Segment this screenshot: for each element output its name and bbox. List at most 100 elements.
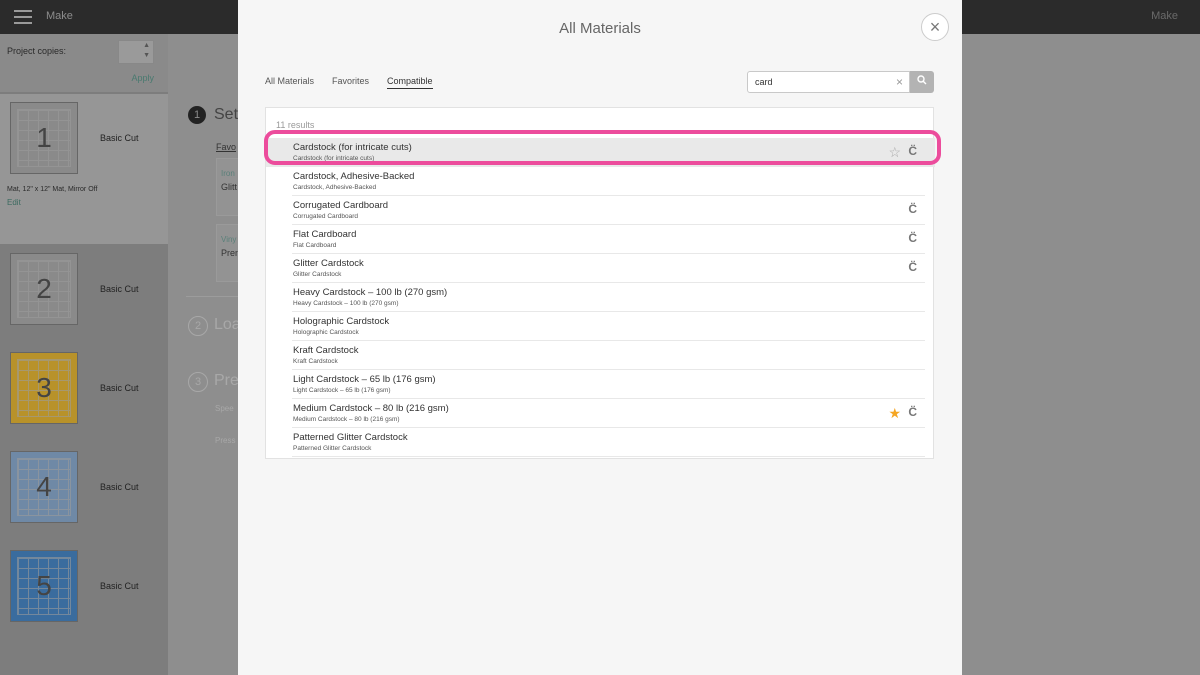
mat-info: Mat, 12" x 12" Mat, Mirror Off bbox=[7, 186, 98, 193]
mat-thumbnail: 1 bbox=[10, 102, 78, 174]
mat-label: Basic Cut bbox=[100, 482, 139, 492]
step-2-title: Loa bbox=[214, 316, 241, 333]
step-1-title: Set bbox=[214, 106, 239, 123]
mat-number: 1 bbox=[36, 122, 52, 153]
material-row[interactable]: Corrugated Cardboard Corrugated Cardboard… bbox=[292, 196, 925, 225]
cut-compatible-icon: C̈ bbox=[908, 144, 917, 158]
mat-number: 5 bbox=[36, 570, 52, 601]
material-name: Flat Cardboard bbox=[293, 229, 357, 240]
material-row[interactable]: Holographic Cardstock Holographic Cardsto… bbox=[292, 312, 925, 341]
make-it-button[interactable]: Make bbox=[1151, 10, 1178, 22]
material-subname: Holographic Cardstock bbox=[293, 329, 359, 336]
material-row[interactable]: Medium Cardstock – 80 lb (216 gsm) Medium… bbox=[292, 399, 925, 428]
mat-item-1[interactable]: 1 Basic Cut Mat, 12" x 12" Mat, Mirror Off… bbox=[0, 94, 168, 244]
material-name: Holographic Cardstock bbox=[293, 316, 390, 327]
step-1-circle: 1 bbox=[188, 106, 206, 124]
material-name: Cardstock (for intricate cuts) bbox=[293, 142, 412, 153]
material-subname: Flat Cardboard bbox=[293, 242, 337, 249]
clear-icon[interactable]: × bbox=[896, 75, 903, 89]
cut-compatible-icon: C̈ bbox=[908, 260, 917, 274]
speed-label: Spee bbox=[215, 404, 234, 413]
press-label: Press bbox=[215, 436, 236, 445]
all-materials-modal: All Materials × All Materials Favorites Co… bbox=[238, 0, 962, 675]
divider bbox=[186, 296, 238, 297]
material-row[interactable]: Light Cardstock – 65 lb (176 gsm) Light C… bbox=[292, 370, 925, 399]
mat-number: 3 bbox=[36, 372, 52, 403]
apply-button[interactable]: Apply bbox=[131, 73, 154, 83]
mat-thumbnail: 3 bbox=[10, 352, 78, 424]
material-subname: Patterned Glitter Cardstock bbox=[293, 445, 372, 452]
material-name: Corrugated Cardboard bbox=[293, 200, 389, 211]
material-name: Glitter Cardstock bbox=[293, 258, 364, 269]
step-3-title: Pre bbox=[214, 372, 239, 389]
step-2-circle: 2 bbox=[188, 316, 208, 336]
mat-label: Basic Cut bbox=[100, 383, 139, 393]
material-subname: Glitter Cardstock bbox=[293, 271, 342, 278]
material-row[interactable]: Glitter Cardstock Glitter Cardstock C̈ bbox=[292, 254, 925, 283]
project-copies-label: Project copies: bbox=[7, 46, 67, 56]
search-icon bbox=[917, 75, 927, 85]
modal-title: All Materials bbox=[559, 20, 641, 37]
material-card-bg: Iron Glitt bbox=[216, 158, 240, 216]
material-name: Kraft Cardstock bbox=[293, 345, 359, 356]
mat-thumbnail: 5 bbox=[10, 550, 78, 622]
mat-item-4[interactable]: 4 Basic Cut bbox=[0, 443, 168, 541]
stepper-down-icon[interactable]: ▼ bbox=[143, 52, 150, 59]
material-name: Heavy Cardstock – 100 lb (270 gsm) bbox=[293, 287, 448, 298]
top-bar-title: Make bbox=[46, 10, 73, 22]
material-subname: Light Cardstock – 65 lb (176 gsm) bbox=[293, 387, 391, 394]
mat-thumbnail: 4 bbox=[10, 451, 78, 523]
mat-label: Basic Cut bbox=[100, 133, 139, 143]
mat-number: 4 bbox=[36, 471, 52, 502]
project-copies-panel: Project copies: ▲ ▼ Apply bbox=[0, 34, 168, 92]
tab-favorites[interactable]: Favorites bbox=[332, 76, 369, 88]
search-box: × bbox=[747, 71, 910, 93]
results-panel: 11 results Cardstock (for intricate cuts… bbox=[265, 107, 935, 459]
cut-compatible-icon: C̈ bbox=[908, 405, 917, 419]
project-copies-stepper[interactable]: ▲ ▼ bbox=[118, 40, 154, 64]
material-subname: Cardstock (for intricate cuts) bbox=[293, 155, 375, 162]
results-count: 11 results bbox=[276, 120, 315, 130]
material-subname: Kraft Cardstock bbox=[293, 358, 338, 365]
material-row[interactable]: Kraft Cardstock Kraft Cardstock bbox=[292, 341, 925, 370]
favorite-star-filled-icon[interactable]: ★ bbox=[888, 405, 901, 422]
material-subname: Heavy Cardstock – 100 lb (270 gsm) bbox=[293, 300, 399, 307]
search-button[interactable] bbox=[910, 71, 934, 93]
tab-compatible[interactable]: Compatible bbox=[387, 76, 433, 89]
material-subname: Medium Cardstock – 80 lb (216 gsm) bbox=[293, 416, 400, 423]
step-3-circle: 3 bbox=[188, 372, 208, 392]
material-name: Patterned Glitter Cardstock bbox=[293, 432, 408, 443]
tab-all-materials[interactable]: All Materials bbox=[265, 76, 314, 88]
material-card-bg: Viny Pren bbox=[216, 224, 240, 282]
material-row[interactable]: Cardstock (for intricate cuts) Cardstock … bbox=[266, 138, 935, 167]
close-icon: × bbox=[929, 17, 941, 37]
material-row[interactable]: Patterned Glitter Cardstock Patterned Gli… bbox=[292, 428, 925, 457]
material-row[interactable]: Cardstock, Adhesive-Backed Cardstock, Adh… bbox=[292, 167, 925, 196]
material-name: Light Cardstock – 65 lb (176 gsm) bbox=[293, 374, 436, 385]
close-button[interactable]: × bbox=[921, 13, 949, 41]
material-row[interactable]: Flat Cardboard Flat Cardboard C̈ bbox=[292, 225, 925, 254]
mat-sidebar: Project copies: ▲ ▼ Apply 1 Basic Cut Mat,… bbox=[0, 34, 168, 675]
mat-label: Basic Cut bbox=[100, 284, 139, 294]
hamburger-menu-icon[interactable] bbox=[14, 10, 32, 24]
material-name: Medium Cardstock – 80 lb (216 gsm) bbox=[293, 403, 449, 414]
results-list: Cardstock (for intricate cuts) Cardstock … bbox=[266, 138, 935, 457]
favorite-star-icon[interactable]: ☆ bbox=[888, 144, 901, 161]
mat-item-3[interactable]: 3 Basic Cut bbox=[0, 344, 168, 442]
mat-edit-link[interactable]: Edit bbox=[7, 198, 21, 207]
material-tabs: All Materials Favorites Compatible bbox=[265, 76, 451, 89]
material-name: Cardstock, Adhesive-Backed bbox=[293, 171, 415, 182]
mat-item-5[interactable]: 5 Basic Cut bbox=[0, 542, 168, 640]
stepper-up-icon[interactable]: ▲ bbox=[143, 42, 150, 49]
mat-item-2[interactable]: 2 Basic Cut bbox=[0, 245, 168, 343]
mat-label: Basic Cut bbox=[100, 581, 139, 591]
cut-compatible-icon: C̈ bbox=[908, 231, 917, 245]
cut-compatible-icon: C̈ bbox=[908, 202, 917, 216]
search-input[interactable] bbox=[748, 72, 892, 92]
material-subname: Cardstock, Adhesive-Backed bbox=[293, 184, 377, 191]
mat-thumbnail: 2 bbox=[10, 253, 78, 325]
material-row[interactable]: Heavy Cardstock – 100 lb (270 gsm) Heavy … bbox=[292, 283, 925, 312]
mat-number: 2 bbox=[36, 273, 52, 304]
favorites-tab-bg: Favo bbox=[216, 142, 237, 152]
material-subname: Corrugated Cardboard bbox=[293, 213, 359, 220]
